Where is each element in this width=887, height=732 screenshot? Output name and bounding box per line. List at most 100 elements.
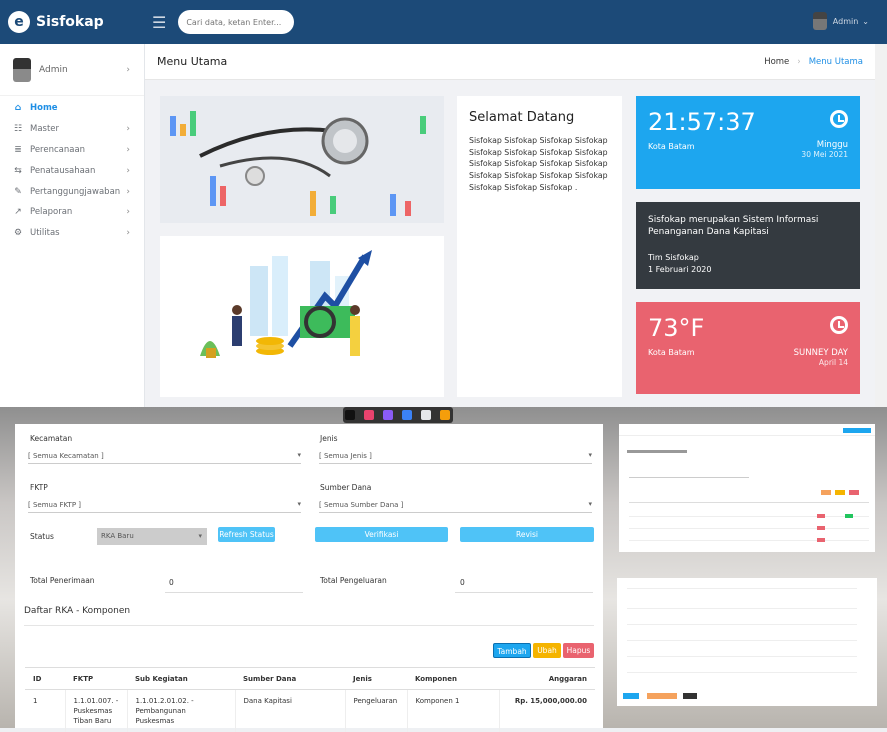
cell-fktp: 1.1.01.007. - Puskesmas Tiban Baru <box>65 690 127 732</box>
chevron-right-icon: › <box>126 228 130 238</box>
sidebar-item-utilitas[interactable]: ⚙ Utilitas › <box>0 223 144 244</box>
jenis-select[interactable]: [ Semua Jenis ] <box>319 450 592 464</box>
tambah-button[interactable]: Tambah <box>493 643 531 658</box>
stack-icon: ≣ <box>12 145 24 155</box>
welcome-panel: Selamat Datang Sisfokap Sisfokap Sisfoka… <box>457 96 622 397</box>
cell-id: 1 <box>25 690 65 732</box>
weather-card: 73°F Kota Batam SUNNEY DAY April 14 <box>636 302 860 394</box>
top-navbar: e Sisfokap ☰ Admin ⌄ <box>0 0 887 44</box>
fktp-select[interactable]: [ Semua FKTP ] <box>28 499 301 513</box>
appstore-icon[interactable] <box>402 410 412 420</box>
fktp-label: FKTP <box>30 483 48 492</box>
col-anggaran[interactable]: Anggaran <box>499 668 595 690</box>
avatar <box>813 12 827 30</box>
sidebar-item-perencanaan[interactable]: ≣ Perencanaan › <box>0 140 144 161</box>
status-select[interactable]: RKA Baru <box>97 528 207 545</box>
clock-card: 21:57:37 Kota Batam Minggu 30 Mei 2021 <box>636 96 860 189</box>
home-icon: ⌂ <box>12 103 24 113</box>
sidebar-item-home[interactable]: ⌂ Home <box>0 98 144 119</box>
sidebar-user[interactable]: Admin › <box>0 44 144 96</box>
chevron-right-icon: › <box>126 207 130 217</box>
table-header: ID FKTP Sub Kegiatan Sumber Dana Jenis K… <box>25 668 595 690</box>
rka-table: ID FKTP Sub Kegiatan Sumber Dana Jenis K… <box>25 667 595 732</box>
kecamatan-label: Kecamatan <box>30 434 72 443</box>
total-pengeluaran-label: Total Pengeluaran <box>320 576 387 585</box>
transfer-icon: ⇆ <box>12 166 24 176</box>
chevron-right-icon: › <box>126 124 130 134</box>
col-komponen[interactable]: Komponen <box>407 668 499 690</box>
sumber-dana-label: Sumber Dana <box>320 483 371 492</box>
list-icon: ☷ <box>12 124 24 134</box>
weather-condition: SUNNEY DAY <box>794 348 848 358</box>
col-fktp[interactable]: FKTP <box>65 668 127 690</box>
cell-anggaran: Rp. 15,000,000.00 <box>499 690 595 732</box>
col-jenis[interactable]: Jenis <box>345 668 407 690</box>
clock-icon <box>830 316 848 334</box>
brand-name: Sisfokap <box>36 14 104 30</box>
breadcrumb-current: Menu Utama <box>809 57 863 67</box>
col-id[interactable]: ID <box>25 668 65 690</box>
clock-icon <box>830 110 848 128</box>
app-icon[interactable] <box>345 410 355 420</box>
sidebar-item-master[interactable]: ☷ Master › <box>0 119 144 140</box>
jenis-label: Jenis <box>320 434 338 443</box>
revisi-button[interactable]: Revisi <box>460 527 594 542</box>
cell-jenis: Pengeluaran <box>345 690 407 732</box>
info-date: 1 Februari 2020 <box>648 264 848 276</box>
sidebar-item-label: Perencanaan <box>30 145 85 155</box>
avatar <box>13 58 31 82</box>
stethoscope-image <box>160 96 444 223</box>
sidebar: Admin › ⌂ Home ☷ Master › ≣ Perencanaan … <box>0 44 145 407</box>
sidebar-item-pelaporan[interactable]: ↗ Pelaporan › <box>0 202 144 223</box>
chevron-right-icon: › <box>126 145 130 155</box>
mini-screenshot-sub-rincian <box>619 424 875 552</box>
breadcrumb-home[interactable]: Home <box>764 57 789 67</box>
chevron-right-icon: › <box>126 65 130 75</box>
app-icon[interactable] <box>440 410 450 420</box>
cell-sub-kegiatan: 1.1.01.2.01.02. - Pembangunan Puskesmas <box>127 690 235 732</box>
total-penerimaan-label: Total Penerimaan <box>30 576 95 585</box>
clock-date-block: Minggu 30 Mei 2021 <box>801 140 848 159</box>
verifikasi-button[interactable]: Verifikasi <box>315 527 448 542</box>
brand[interactable]: e Sisfokap <box>0 11 145 33</box>
scrollbar[interactable] <box>875 44 887 407</box>
col-sumber-dana[interactable]: Sumber Dana <box>235 668 345 690</box>
page-header: Menu Utama Home › Menu Utama <box>145 44 875 80</box>
music-icon[interactable] <box>364 410 374 420</box>
user-name: Admin <box>833 17 859 26</box>
col-sub-kegiatan[interactable]: Sub Kegiatan <box>127 668 235 690</box>
refresh-status-button[interactable]: Refresh Status <box>218 527 275 542</box>
finance-illustration <box>160 236 444 397</box>
welcome-title: Selamat Datang <box>469 110 610 125</box>
chevron-down-icon: ⌄ <box>862 17 869 26</box>
sidebar-item-penatausahaan[interactable]: ⇆ Penatausahaan › <box>0 160 144 181</box>
kecamatan-select[interactable]: [ Semua Kecamatan ] <box>28 450 301 464</box>
search-input[interactable] <box>178 10 294 34</box>
info-text: Sisfokap merupakan Sistem Informasi Pena… <box>648 214 848 238</box>
ubah-button[interactable]: Ubah <box>533 643 561 658</box>
sidebar-item-label: Pelaporan <box>30 207 72 217</box>
welcome-text: Sisfokap Sisfokap Sisfokap Sisfokap Sisf… <box>469 135 610 194</box>
menu-toggle-icon[interactable]: ☰ <box>152 13 166 32</box>
cell-komponen: Komponen 1 <box>407 690 499 732</box>
total-penerimaan-value: 0 <box>169 578 174 587</box>
sidebar-item-label: Penatausahaan <box>30 166 95 176</box>
podcast-icon[interactable] <box>383 410 393 420</box>
main-content: Menu Utama Home › Menu Utama <box>145 44 875 407</box>
sidebar-item-label: Pertanggungjawaban <box>30 187 120 197</box>
rka-form: Kecamatan [ Semua Kecamatan ] Jenis [ Se… <box>15 424 603 728</box>
dock <box>343 407 453 423</box>
hapus-button[interactable]: Hapus <box>563 643 594 658</box>
info-team: Tim Sisfokap <box>648 252 848 264</box>
sidebar-user-name: Admin <box>39 65 68 75</box>
settings-icon[interactable] <box>421 410 431 420</box>
chevron-right-icon: › <box>126 187 130 197</box>
table-row[interactable]: 1 1.1.01.007. - Puskesmas Tiban Baru 1.1… <box>25 690 595 732</box>
sumber-dana-select[interactable]: [ Semua Sumber Dana ] <box>319 499 592 513</box>
user-menu[interactable]: Admin ⌄ <box>813 12 869 30</box>
breadcrumb: Home › Menu Utama <box>764 57 863 67</box>
clock-day: Minggu <box>801 140 848 150</box>
sidebar-item-pertanggungjawaban[interactable]: ✎ Pertanggungjawaban › <box>0 181 144 202</box>
sidebar-item-label: Master <box>30 124 59 134</box>
cell-sumber-dana: Dana Kapitasi <box>235 690 345 732</box>
